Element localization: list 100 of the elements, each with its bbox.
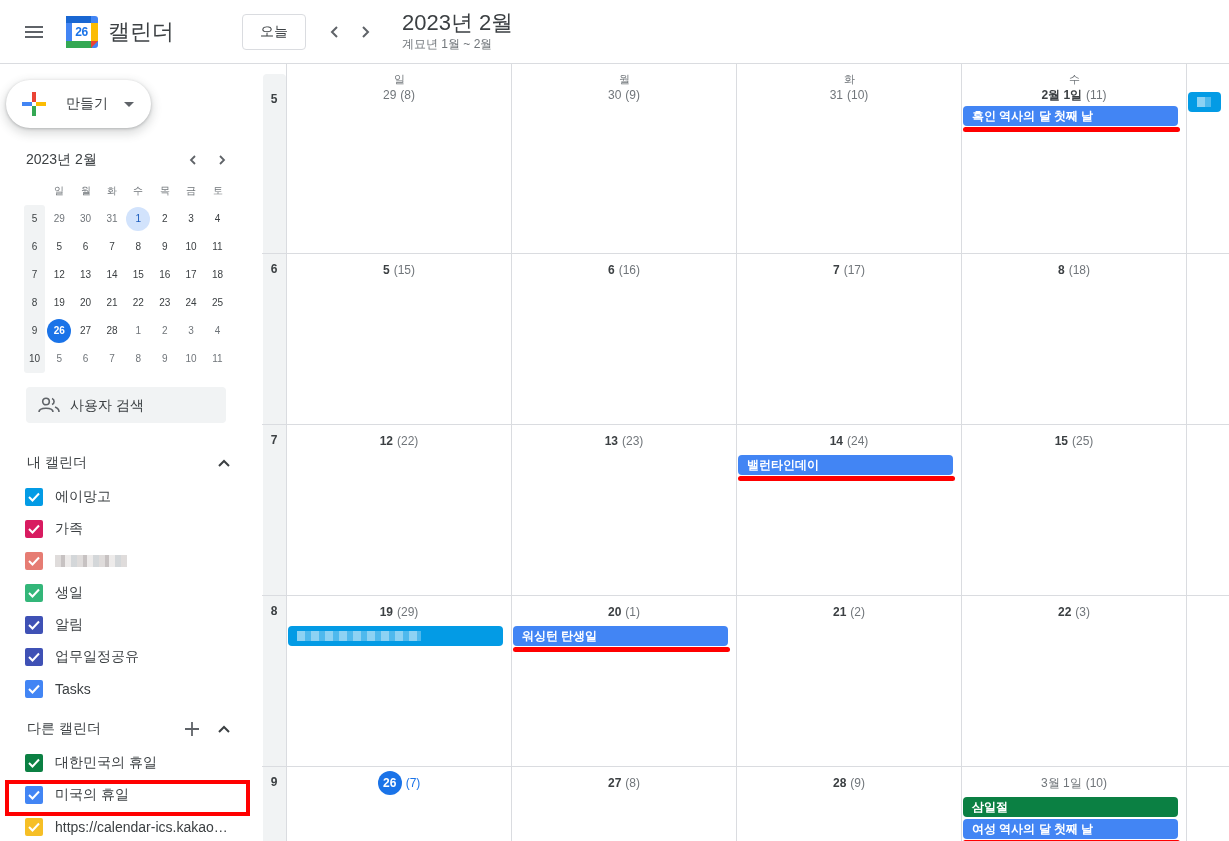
today-date[interactable]: 26 bbox=[377, 771, 402, 795]
day-button[interactable]: 5 bbox=[47, 347, 72, 371]
day-button[interactable]: 31 bbox=[99, 207, 124, 231]
day-button[interactable]: 14 bbox=[99, 263, 124, 287]
date-number[interactable]: 5 bbox=[383, 263, 390, 277]
day-button[interactable]: 9 bbox=[152, 347, 177, 371]
day-button[interactable]: 11 bbox=[205, 235, 230, 259]
date-number[interactable]: 31 bbox=[829, 88, 843, 102]
calendar-checkbox[interactable] bbox=[25, 552, 43, 570]
day-button[interactable]: 3 bbox=[179, 207, 204, 231]
calendar-checkbox[interactable] bbox=[25, 520, 43, 538]
date-number[interactable]: 28 bbox=[833, 776, 847, 790]
day-button[interactable]: 4 bbox=[205, 319, 230, 343]
date-number[interactable]: 14 bbox=[829, 434, 843, 448]
calendar-name[interactable]: 대한민국의 휴일 bbox=[55, 754, 157, 772]
create-button[interactable]: 만들기 bbox=[6, 80, 151, 128]
day-button[interactable]: 15 bbox=[126, 263, 151, 287]
day-button[interactable]: 10 bbox=[179, 347, 204, 371]
date-number[interactable]: 2월 1일 bbox=[1041, 86, 1083, 104]
date-number[interactable]: 20 bbox=[608, 605, 622, 619]
people-search-field[interactable]: 사용자 검색 bbox=[26, 387, 226, 423]
day-button[interactable]: 5 bbox=[47, 235, 72, 259]
day-button[interactable]: 8 bbox=[126, 235, 151, 259]
week-number: 5 bbox=[269, 91, 279, 106]
date-number[interactable]: 30 bbox=[608, 88, 622, 102]
week-number: 7 bbox=[269, 432, 279, 447]
calendar-name[interactable]: 생일 bbox=[55, 584, 83, 602]
day-button[interactable]: 28 bbox=[99, 319, 124, 343]
calendar-name[interactable]: Tasks bbox=[55, 681, 91, 697]
day-button[interactable]: 7 bbox=[99, 347, 124, 371]
date-number[interactable]: 3월 1일 bbox=[1041, 774, 1082, 792]
today-button[interactable]: 오늘 bbox=[242, 13, 306, 50]
calendar-name[interactable]: 알림 bbox=[55, 616, 83, 634]
week-number: 6 bbox=[269, 261, 279, 276]
event-chip[interactable]: 밸런타인데이 bbox=[738, 455, 953, 475]
date-number[interactable]: 21 bbox=[833, 605, 847, 619]
calendar-checkbox[interactable] bbox=[25, 584, 43, 602]
day-button[interactable]: 9 bbox=[152, 235, 177, 259]
calendar-name[interactable]: 가족 bbox=[55, 520, 83, 538]
day-button[interactable]: 26 bbox=[47, 319, 72, 343]
weekday-label: 월 bbox=[618, 72, 630, 86]
day-button[interactable]: 10 bbox=[179, 235, 204, 259]
day-button[interactable]: 18 bbox=[205, 263, 230, 287]
event-chip[interactable]: 삼일절 bbox=[963, 797, 1178, 817]
day-button[interactable]: 20 bbox=[73, 291, 98, 315]
next-icon[interactable] bbox=[362, 25, 370, 38]
date-number[interactable]: 12 bbox=[379, 434, 393, 448]
previous-icon[interactable] bbox=[330, 25, 338, 38]
date-number[interactable]: 13 bbox=[604, 434, 618, 448]
calendar-checkbox[interactable] bbox=[25, 754, 43, 772]
day-button[interactable]: 2 bbox=[152, 319, 177, 343]
date-number[interactable]: 27 bbox=[608, 776, 622, 790]
day-button[interactable]: 17 bbox=[179, 263, 204, 287]
calendar-checkbox[interactable] bbox=[25, 648, 43, 666]
date-number[interactable]: 19 bbox=[379, 605, 393, 619]
day-button[interactable]: 1 bbox=[126, 319, 151, 343]
date-number[interactable]: 29 bbox=[383, 88, 397, 102]
day-button[interactable]: 22 bbox=[126, 291, 151, 315]
day-button[interactable]: 24 bbox=[179, 291, 204, 315]
day-button[interactable]: 3 bbox=[179, 319, 204, 343]
date-number[interactable]: 7 bbox=[833, 263, 840, 277]
date-number[interactable]: 15 bbox=[1054, 434, 1068, 448]
day-button[interactable]: 11 bbox=[205, 347, 230, 371]
day-button[interactable]: 4 bbox=[205, 207, 230, 231]
day-button[interactable]: 6 bbox=[73, 347, 98, 371]
calendar-checkbox[interactable] bbox=[25, 616, 43, 634]
date-number[interactable]: 6 bbox=[608, 263, 615, 277]
add-icon[interactable] bbox=[185, 722, 199, 736]
day-button[interactable]: 13 bbox=[73, 263, 98, 287]
lunar-date: (10) bbox=[1085, 776, 1107, 790]
calendar-checkbox[interactable] bbox=[25, 680, 43, 698]
day-button[interactable]: 21 bbox=[99, 291, 124, 315]
month-title: 2023년 2월 bbox=[402, 10, 514, 36]
calendar-checkbox[interactable] bbox=[25, 786, 43, 804]
day-button[interactable]: 2 bbox=[152, 207, 177, 231]
event-chip[interactable]: 워싱턴 탄생일 bbox=[513, 626, 728, 646]
day-button[interactable]: 8 bbox=[126, 347, 151, 371]
calendar-name[interactable]: 에이망고 bbox=[55, 488, 111, 506]
app-title: 캘린더 bbox=[108, 17, 175, 46]
calendar-name[interactable]: 미국의 휴일 bbox=[55, 786, 129, 804]
menu-icon[interactable] bbox=[25, 25, 43, 38]
weekday-label: 화 bbox=[843, 72, 855, 86]
day-button[interactable]: 6 bbox=[73, 235, 98, 259]
day-button[interactable]: 25 bbox=[205, 291, 230, 315]
date-number[interactable]: 8 bbox=[1058, 263, 1065, 277]
day-button[interactable]: 29 bbox=[47, 207, 72, 231]
day-button[interactable]: 7 bbox=[99, 235, 124, 259]
day-button[interactable]: 30 bbox=[73, 207, 98, 231]
day-button[interactable]: 27 bbox=[73, 319, 98, 343]
calendar-checkbox[interactable] bbox=[25, 488, 43, 506]
date-number[interactable]: 22 bbox=[1058, 605, 1072, 619]
day-button[interactable]: 19 bbox=[47, 291, 72, 315]
day-button[interactable]: 16 bbox=[152, 263, 177, 287]
calendar-name[interactable]: https://calendar-ics.kakao… bbox=[55, 819, 228, 835]
event-chip[interactable]: 여성 역사의 달 첫째 날 bbox=[963, 819, 1178, 839]
day-button[interactable]: 1 bbox=[126, 207, 151, 231]
calendar-name[interactable]: 업무일정공유 bbox=[55, 648, 139, 666]
day-button[interactable]: 12 bbox=[47, 263, 72, 287]
event-chip[interactable]: 흑인 역사의 달 첫째 날 bbox=[963, 106, 1178, 126]
day-button[interactable]: 23 bbox=[152, 291, 177, 315]
